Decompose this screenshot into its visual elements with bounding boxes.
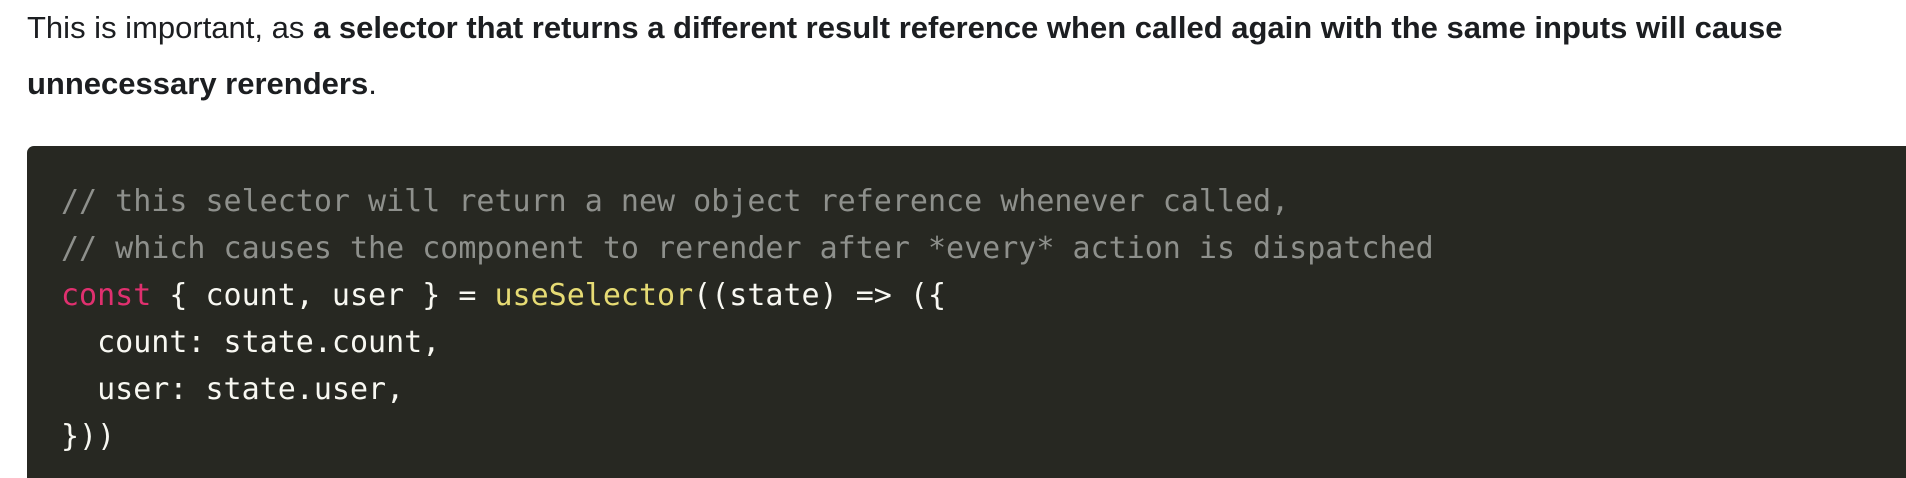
code-keyword-const: const xyxy=(61,278,152,313)
code-line-4: count: state.count, xyxy=(61,325,441,360)
code-block[interactable]: // this selector will return a new objec… xyxy=(27,146,1906,478)
code-function-args: ((state) => ({ xyxy=(693,278,947,313)
body-paragraph: This is important, as a selector that re… xyxy=(27,0,1887,112)
code-function-name: useSelector xyxy=(494,278,694,313)
code-comment-line-1: // this selector will return a new objec… xyxy=(61,184,1290,219)
document-page: This is important, as a selector that re… xyxy=(0,0,1906,478)
code-comment-line-2: // which causes the component to rerende… xyxy=(61,231,1434,266)
code-destructure: { count, user } = xyxy=(151,278,495,313)
code-line-6: })) xyxy=(61,419,116,454)
code-content[interactable]: // this selector will return a new objec… xyxy=(61,178,1434,460)
code-line-5: user: state.user, xyxy=(61,372,405,407)
paragraph-text-suffix: . xyxy=(368,66,377,101)
paragraph-text-prefix: This is important, as xyxy=(27,10,313,45)
